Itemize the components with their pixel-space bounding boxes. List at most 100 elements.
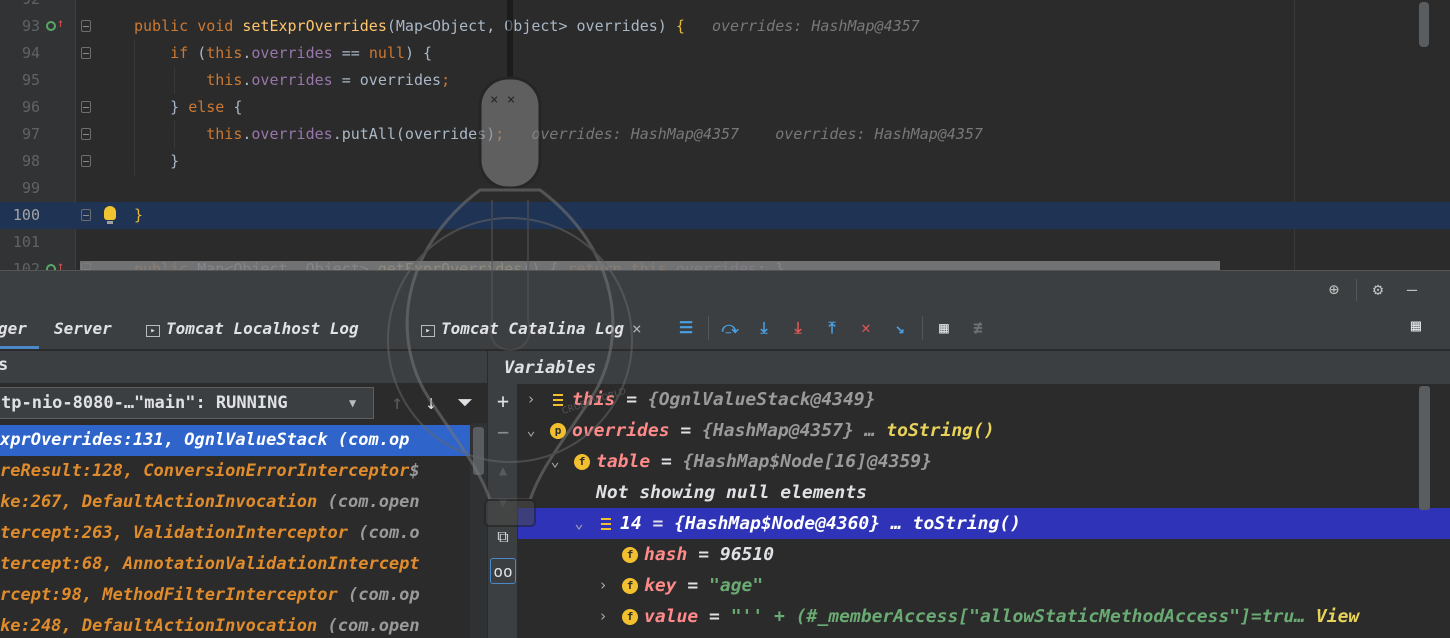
- chevron-down-icon[interactable]: ⌄: [548, 446, 562, 477]
- fold-icon[interactable]: [81, 155, 91, 167]
- stack-frame[interactable]: xprOverrides:131, OgnlValueStack (com.op: [0, 425, 487, 456]
- to-string-link[interactable]: toString(): [886, 420, 994, 441]
- stack-frame[interactable]: ke:267, DefaultActionInvocation (com.ope…: [0, 487, 487, 518]
- variables-scrollbar-thumb[interactable]: [1419, 386, 1430, 510]
- fold-icon[interactable]: [81, 101, 91, 113]
- move-down-icon[interactable]: ▼: [490, 490, 516, 516]
- view-link[interactable]: View: [1305, 606, 1359, 627]
- code-token: null: [368, 44, 405, 62]
- frame-method: xprOverrides:131, OgnlValueStack: [0, 430, 338, 450]
- filter-icon[interactable]: ⏷: [452, 387, 478, 417]
- fold-icon[interactable]: [81, 128, 91, 140]
- stack-frame[interactable]: tercept:68, AnnotationValidationIntercep…: [0, 549, 487, 580]
- lightbulb-icon[interactable]: [104, 206, 116, 224]
- code-line[interactable]: 99: [0, 175, 1450, 202]
- frame-method: tercept:68, AnnotationValidationIntercep…: [0, 554, 420, 574]
- variable-row[interactable]: › this = {OgnlValueStack@4349}: [518, 384, 1450, 415]
- variable-name: 14: [620, 513, 642, 534]
- to-string-link[interactable]: toString(): [913, 513, 1021, 534]
- stack-frame[interactable]: rcept:98, MethodFilterInterceptor (com.o…: [0, 580, 487, 611]
- code-token: this: [134, 71, 243, 89]
- thread-selector[interactable]: tp-nio-8080-…"main": RUNNING ▼: [0, 387, 374, 419]
- code-line[interactable]: 92: [0, 0, 1450, 13]
- force-step-into-icon[interactable]: ⤓: [787, 317, 809, 339]
- variable-value: "'' + (#_memberAccess["allowStaticMethod…: [730, 606, 1306, 627]
- plus-icon[interactable]: +: [490, 388, 516, 414]
- line-number: 97: [21, 125, 40, 143]
- indent-guide: [134, 40, 135, 175]
- fold-icon[interactable]: [81, 20, 91, 32]
- tab-tomcat-localhost-log[interactable]: ▸ Tomcat Localhost Log: [146, 316, 359, 342]
- gear-icon[interactable]: ⚙: [1368, 280, 1388, 300]
- move-up-icon[interactable]: ▲: [490, 458, 516, 484]
- code-line[interactable]: 96 } else {: [0, 94, 1450, 121]
- trace-icon[interactable]: ≢: [967, 317, 989, 339]
- evaluate-icon[interactable]: ▦: [933, 317, 955, 339]
- arrow-down-icon[interactable]: ↓: [418, 387, 444, 417]
- code-token: ) {: [404, 44, 433, 62]
- frames-scrollbar-thumb[interactable]: [473, 427, 484, 475]
- frame-class: (com.op: [337, 430, 410, 450]
- tab-debugger[interactable]: ger: [0, 316, 27, 342]
- variable-row[interactable]: › f key = "age": [518, 570, 1450, 601]
- step-out-icon[interactable]: ⤒: [821, 317, 843, 339]
- variable-row[interactable]: ⌄ f table = {HashMap$Node[16]@4359}: [518, 446, 1450, 477]
- variable-row[interactable]: ⌄ p overrides = {HashMap@4357} … toString(…: [518, 415, 1450, 446]
- chevron-right-icon[interactable]: ›: [596, 570, 610, 601]
- close-icon[interactable]: ×: [632, 319, 642, 338]
- variable-value: "age": [709, 575, 764, 596]
- equals-sign: =: [676, 575, 710, 596]
- variable-name: this: [572, 389, 616, 410]
- code-line[interactable]: 95 this.overrides = overrides;: [0, 67, 1450, 94]
- frame-class: $: [409, 461, 420, 481]
- variables-tree[interactable]: › this = {OgnlValueStack@4349} ⌄ p overrides…: [518, 384, 1450, 638]
- variable-row[interactable]: ⌄ 14 = {HashMap$Node@4360} … toString(): [518, 508, 1450, 539]
- tab-server[interactable]: Server: [54, 316, 112, 342]
- minus-icon[interactable]: −: [490, 419, 516, 445]
- fold-icon[interactable]: [81, 209, 91, 221]
- code-line[interactable]: 93 ↑ public void setExprOverrides(Map<Obje…: [0, 13, 1450, 40]
- code-line[interactable]: 98 }: [0, 148, 1450, 175]
- frame-class: (com.open: [327, 616, 420, 636]
- code-line[interactable]: 101: [0, 229, 1450, 256]
- stack-frame[interactable]: ke:248, DefaultActionInvocation (com.ope…: [0, 611, 487, 638]
- code-line[interactable]: 94 if (this.overrides == null) {: [0, 40, 1450, 67]
- editor-horizontal-scrollbar[interactable]: [80, 261, 1220, 270]
- step-into-icon[interactable]: ⤓: [753, 317, 775, 339]
- chevron-down-icon[interactable]: ⌄: [572, 508, 586, 539]
- step-over-icon[interactable]: ⤼: [719, 317, 741, 339]
- fold-icon[interactable]: [81, 47, 91, 59]
- chevron-right-icon[interactable]: ›: [524, 384, 538, 415]
- code-text: this.overrides = overrides;: [134, 67, 450, 94]
- copy-icon[interactable]: ⧉: [490, 524, 516, 550]
- code-editor[interactable]: 92 93 ↑ public void setExprOverrides(Map<Ob…: [0, 0, 1450, 270]
- code-line[interactable]: 100}: [0, 202, 1450, 229]
- minimize-icon[interactable]: —: [1402, 280, 1422, 300]
- chevron-right-icon[interactable]: ›: [596, 601, 610, 632]
- stack-frame[interactable]: reResult:128, ConversionErrorInterceptor…: [0, 456, 487, 487]
- arrow-up-icon[interactable]: ↑: [384, 387, 410, 417]
- stack-frame[interactable]: tercept:263, ValidationInterceptor (com.…: [0, 518, 487, 549]
- variable-row[interactable]: Not showing null elements: [518, 477, 1450, 508]
- code-token: }: [134, 152, 180, 170]
- chevron-down-icon[interactable]: ⌄: [524, 415, 538, 446]
- code-line[interactable]: 97 this.overrides.putAll(overrides); ove…: [0, 121, 1450, 148]
- variable-row[interactable]: › f value = "'' + (#_memberAccess["allowSt…: [518, 601, 1450, 632]
- code-token: else: [188, 98, 234, 116]
- variable-row[interactable]: f hash = 96510: [518, 539, 1450, 570]
- override-gutter-icon[interactable]: [46, 21, 56, 31]
- active-tab-indicator: [0, 346, 39, 349]
- frames-header: s: [0, 351, 487, 383]
- tab-tomcat-catalina-log[interactable]: ▸ Tomcat Catalina Log ×: [421, 316, 642, 342]
- crosshair-icon[interactable]: ⊕: [1324, 280, 1344, 300]
- glasses-icon[interactable]: oo: [490, 558, 516, 584]
- run-to-cursor-icon[interactable]: ↘: [889, 317, 911, 339]
- variable-name: key: [644, 575, 677, 596]
- drop-frame-icon[interactable]: ✕: [855, 317, 877, 339]
- frame-class: (com.op: [348, 585, 420, 605]
- code-token: void: [197, 17, 243, 35]
- editor-scrollbar-thumb[interactable]: [1419, 2, 1429, 47]
- layout-icon[interactable]: ▦: [1406, 316, 1426, 336]
- show-execution-point-icon[interactable]: ☰: [675, 317, 697, 339]
- code-text: if (this.overrides == null) {: [134, 40, 432, 67]
